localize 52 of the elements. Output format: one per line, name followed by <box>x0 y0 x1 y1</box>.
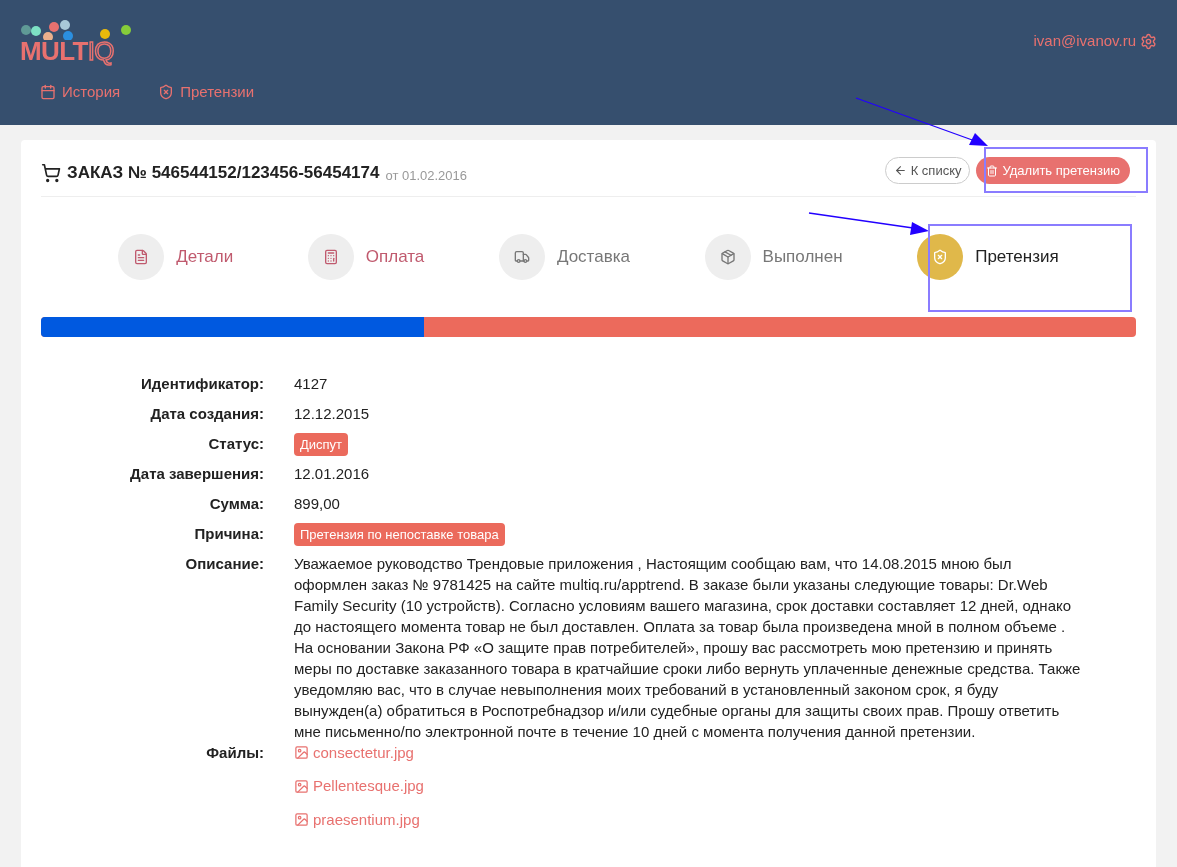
field-label: Описание: <box>184 553 265 574</box>
step-tab[interactable]: Детали <box>118 233 234 280</box>
field-value: 4127 <box>294 373 328 394</box>
file-link[interactable]: Pellentesque.jpg <box>294 775 424 798</box>
logo-dots-icon <box>20 20 132 40</box>
logo-text: IQ <box>87 36 114 66</box>
nav-link[interactable]: Претензии <box>158 81 255 104</box>
order-title: ЗАКАЗ № 546544152/123456-56454174 <box>67 162 380 184</box>
field-value: 12.12.2015 <box>294 403 370 424</box>
image-icon <box>294 812 309 828</box>
file-link[interactable]: praesentium.jpg <box>294 808 424 831</box>
field-label: Файлы: <box>205 742 265 763</box>
field-label: Дата завершения: <box>129 463 265 484</box>
logo-text: MULT <box>20 36 88 66</box>
trash-icon <box>986 164 999 177</box>
field-label: Сумма: <box>208 493 265 514</box>
step-tab[interactable]: Доставка <box>498 233 630 280</box>
delete-button[interactable]: Удалить претензию <box>976 157 1130 185</box>
field-value: 899,00 <box>294 493 340 514</box>
status-tag: Диспут <box>294 432 349 456</box>
field-label: Идентификатор: <box>140 373 265 394</box>
file-link[interactable]: consectetur.jpg <box>294 741 424 764</box>
cash-register-icon <box>322 248 339 265</box>
box-icon <box>719 248 736 265</box>
step-tab[interactable]: Выполнен <box>704 233 843 280</box>
field-label: Статус: <box>207 433 265 454</box>
user-email[interactable]: ivan@ivanov.ru <box>1033 30 1136 53</box>
step-label: Претензия <box>975 245 1059 268</box>
step-label: Доставка <box>556 245 630 268</box>
field-label: Дата создания: <box>149 403 265 424</box>
field-label: Причина: <box>193 523 265 544</box>
shield-icon <box>158 84 175 101</box>
step-label: Выполнен <box>762 245 843 268</box>
arrow-left-icon <box>893 164 907 178</box>
status-tag: Претензия по непоставке товара <box>294 522 505 546</box>
step-tab[interactable]: Оплата <box>307 233 425 280</box>
step-tab[interactable]: Претензия <box>917 233 1059 280</box>
image-icon <box>294 745 309 761</box>
step-label: Детали <box>176 245 234 268</box>
field-value: Уважаемое руководство Трендовые приложения , Настоящим сообщаю вам, что 14.08.2015 мною был оформлен заказ № 9781425 на сайте multiq.ru/apptrend. В заказе были указаны следующие товары: Dr.Web Family Security (10 устройств). Согласно условиям вашего магазина, срок доставки составляет 12 дней, однако до настоящего момента товар не был доставлен. Оплата за товар была произведена мной в полном объеме . На основании Закона РФ «О защите прав потребителей», прошу вас рассмотреть мою претензию и принять меры по доставке заказанного товара в кратчайшие сроки либо вернуть уплаченные денежные средства. Также уведомляю вас, что в случае невыполнения моих требований в установленный законом срок, я буду вынужден(а) обратиться в Роспотребнадзор и/или судебные органы для защиты своих прав. Прошу ответить мне письменно/по электронной почте в течение 10 дней с момента получения данной претензии. <box>294 553 1082 742</box>
logo[interactable]: MULTIQ <box>20 20 136 64</box>
image-icon <box>294 778 309 794</box>
shield-icon <box>932 248 949 265</box>
field-value: 12.01.2016 <box>294 463 370 484</box>
settings-icon[interactable] <box>1140 32 1157 50</box>
truck-icon <box>513 248 530 265</box>
cart-icon <box>41 162 61 183</box>
calendar-icon <box>40 84 56 101</box>
order-date: от 01.02.2016 <box>385 167 468 185</box>
document-icon <box>133 248 150 265</box>
step-label: Оплата <box>365 245 425 268</box>
nav-link[interactable]: История <box>40 81 121 104</box>
